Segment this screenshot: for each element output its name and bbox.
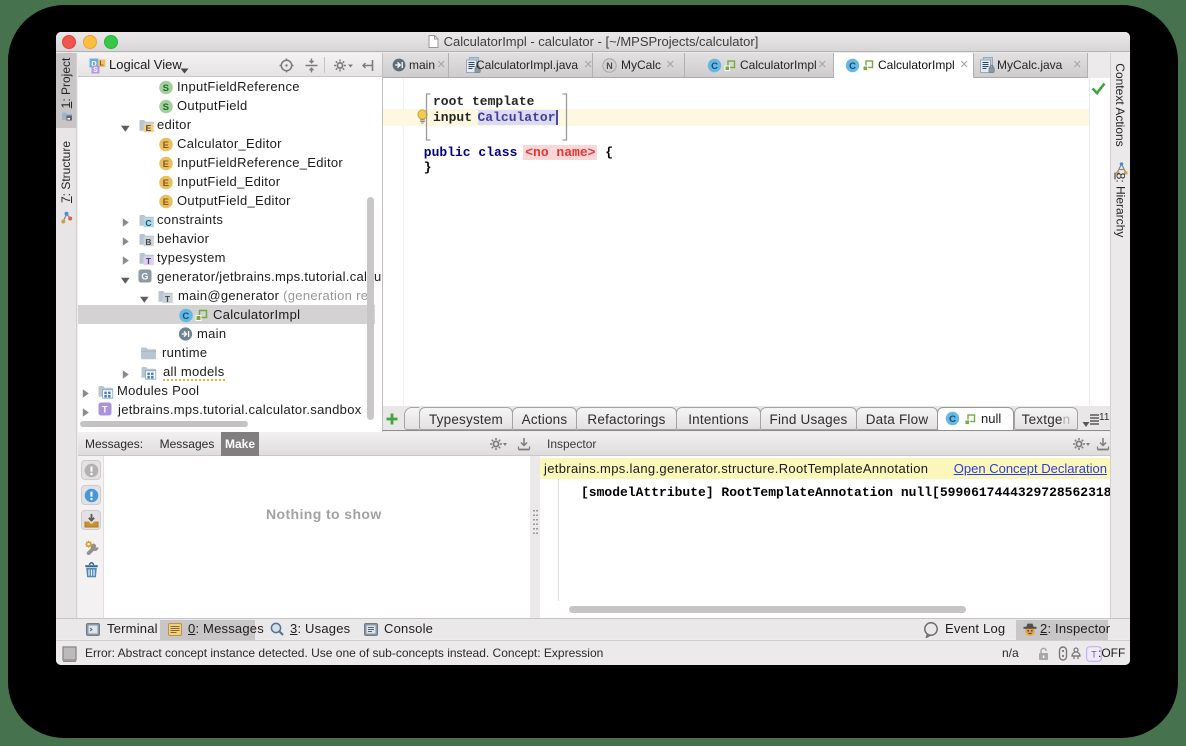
svg-text:G: G (141, 272, 148, 282)
svg-text:C: C (182, 310, 189, 321)
svg-text:C: C (849, 61, 856, 72)
svg-text:C: C (949, 414, 956, 425)
svg-text:C: C (145, 217, 151, 227)
svg-text:E: E (163, 177, 170, 188)
svg-text:S: S (163, 82, 170, 93)
svg-text:C: C (711, 61, 718, 72)
svg-text:T: T (146, 255, 152, 265)
svg-text:E: E (163, 139, 170, 150)
svg-text:T: T (165, 293, 171, 303)
svg-text:B: B (145, 236, 151, 246)
svg-text:S: S (93, 67, 98, 74)
svg-text:T: T (1091, 650, 1097, 660)
svg-text:E: E (163, 196, 170, 207)
svg-text:N: N (606, 61, 613, 71)
svg-text:S: S (163, 101, 170, 112)
svg-text:T: T (102, 405, 108, 415)
svg-text:E: E (163, 158, 170, 169)
svg-text:L: L (100, 61, 105, 68)
svg-text:E: E (146, 122, 152, 132)
